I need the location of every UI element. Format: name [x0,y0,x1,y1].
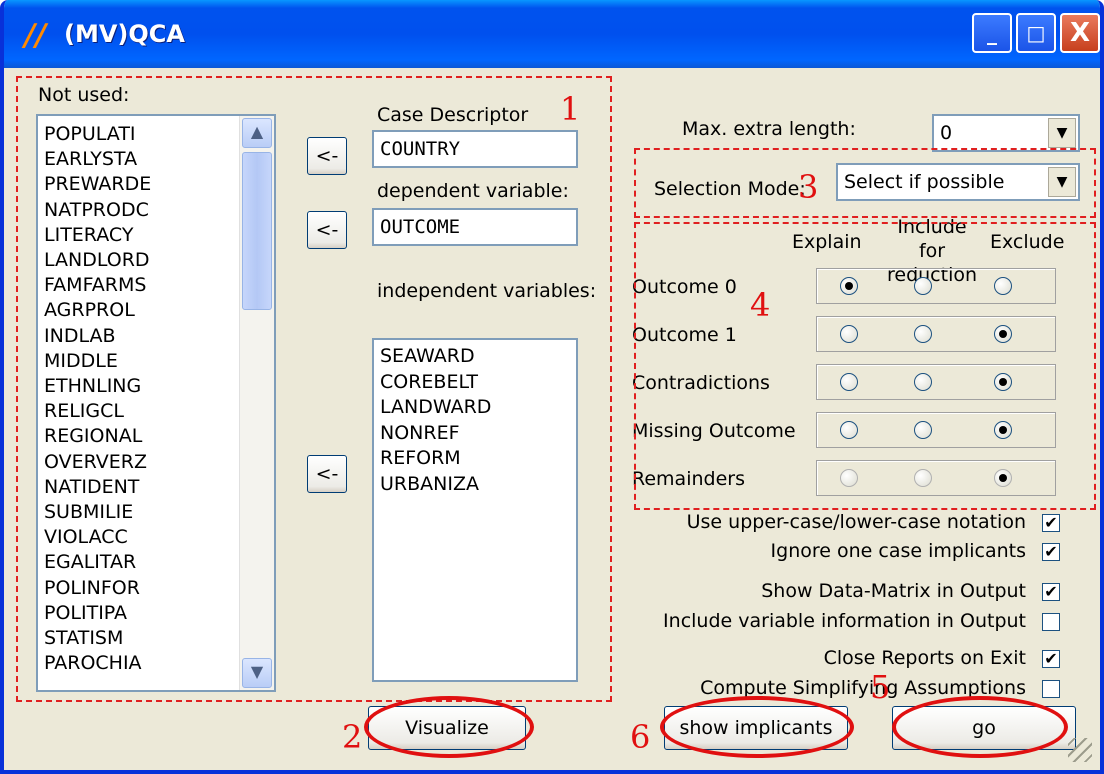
resize-grip-icon[interactable] [1068,738,1092,762]
annotation-oval-visualize [364,696,534,758]
checkbox-checked[interactable]: ✔ [1042,543,1060,561]
max-extra-length-label: Max. extra length: [682,118,856,140]
annotation-box-4 [634,222,1096,510]
title-bar[interactable]: // (MV)QCA _ □ X [4,0,1100,68]
annotation-number-2: 2 [342,718,363,756]
annotation-box-1 [16,76,612,702]
annotation-number-5: 5 [870,668,891,706]
checkbox-unchecked[interactable] [1042,613,1060,631]
option-label: Use upper-case/lower-case notation [686,511,1026,533]
option-label: Show Data-Matrix in Output [761,580,1026,602]
option-label: Ignore one case implicants [770,540,1026,562]
annotation-box-3 [634,148,1096,218]
annotation-number-4: 4 [750,286,771,324]
checkbox-checked[interactable]: ✔ [1042,650,1060,668]
minimize-button[interactable]: _ [972,13,1012,53]
checkbox-checked[interactable]: ✔ [1042,514,1060,532]
qca-logo-icon: // [24,18,46,53]
max-extra-length-select[interactable]: 0 ▼ [932,114,1080,152]
option-label: Close Reports on Exit [823,647,1026,669]
option-label: Include variable information in Output [663,610,1026,632]
close-button[interactable]: X [1060,13,1100,53]
checkbox-checked[interactable]: ✔ [1042,583,1060,601]
max-extra-length-value: 0 [940,122,953,144]
annotation-number-6: 6 [630,718,651,756]
annotation-number-1: 1 [560,90,581,128]
annotation-number-3: 3 [798,168,819,206]
chevron-down-icon[interactable]: ▼ [1048,118,1076,148]
checkbox-unchecked[interactable] [1042,680,1060,698]
window-title: (MV)QCA [64,20,185,48]
app-window: // (MV)QCA _ □ X Not used: POPULATI EARLY… [0,0,1104,774]
annotation-oval-go [892,696,1068,758]
annotation-oval-show-implicants [660,696,854,758]
maximize-button[interactable]: □ [1016,13,1056,53]
